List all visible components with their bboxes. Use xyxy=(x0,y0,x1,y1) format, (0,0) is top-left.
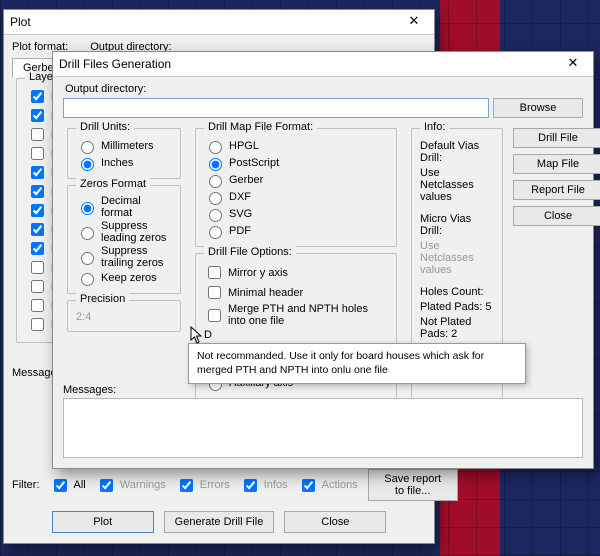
drill-title: Drill Files Generation xyxy=(59,57,171,71)
drill-outdir-label: Output directory: xyxy=(65,83,583,95)
generate-drill-button[interactable]: Generate Drill File xyxy=(164,511,275,533)
precision-label: Precision xyxy=(76,293,129,305)
drill-close-button[interactable]: Close xyxy=(513,206,600,226)
opt-drill-origin-hidden[interactable]: D xyxy=(204,329,388,341)
filter-label: Filter: xyxy=(12,479,40,491)
info-plated: Plated Pads: 5 xyxy=(420,301,494,313)
opt-minimal-header[interactable]: Minimal header xyxy=(204,283,388,302)
mapfmt-gerber[interactable]: Gerber xyxy=(204,172,388,188)
info-usenc2: Use Netclasses values xyxy=(420,240,494,276)
zeros-decimal[interactable]: Decimal format xyxy=(76,195,172,219)
mapfmt-postscript[interactable]: PostScript xyxy=(204,155,388,171)
zeros-stz[interactable]: Suppress trailing zeros xyxy=(76,245,172,269)
fileopts-label: Drill File Options: xyxy=(204,246,296,258)
plot-title: Plot xyxy=(10,15,31,29)
merge-tooltip: Not recommanded. Use it only for board h… xyxy=(188,343,526,384)
plot-titlebar: Plot ✕ xyxy=(4,10,434,35)
drill-close-icon[interactable]: ✕ xyxy=(559,55,587,73)
plot-button[interactable]: Plot xyxy=(52,511,154,533)
info-notplated: Not Plated Pads: 2 xyxy=(420,316,494,340)
opt-merge-pth-npth[interactable]: Merge PTH and NPTH holes into one file xyxy=(204,303,388,327)
filter-errors[interactable]: Errors xyxy=(176,476,230,495)
zeros-keep[interactable]: Keep zeros xyxy=(76,270,172,286)
drill-dialog: Drill Files Generation ✕ Output director… xyxy=(52,51,594,469)
units-mm[interactable]: Millimeters xyxy=(76,138,172,154)
drill-file-button[interactable]: Drill File xyxy=(513,128,600,148)
info-default-vias: Default Vias Drill: xyxy=(420,140,494,164)
precision-value: 2:4 xyxy=(76,309,172,325)
mapfmt-svg[interactable]: SVG xyxy=(204,206,388,222)
opt-mirror-y[interactable]: Mirror y axis xyxy=(204,263,388,282)
info-label: Info: xyxy=(420,121,449,133)
info-usenc: Use Netclasses values xyxy=(420,167,494,203)
drill-titlebar: Drill Files Generation ✕ xyxy=(53,52,593,77)
drill-outdir-input[interactable] xyxy=(63,98,489,118)
filter-actions[interactable]: Actions xyxy=(298,476,358,495)
filter-all[interactable]: All xyxy=(50,476,86,495)
browse-button[interactable]: Browse xyxy=(493,98,583,118)
info-micro-vias: Micro Vias Drill: xyxy=(420,213,494,237)
drill-units-label: Drill Units: xyxy=(76,121,134,133)
mapfmt-label: Drill Map File Format: xyxy=(204,121,317,133)
zeros-slz[interactable]: Suppress leading zeros xyxy=(76,220,172,244)
drill-messages-label: Messages: xyxy=(63,384,583,396)
mapfmt-dxf[interactable]: DXF xyxy=(204,189,388,205)
mapfmt-pdf[interactable]: PDF xyxy=(204,223,388,239)
filter-warnings[interactable]: Warnings xyxy=(96,476,166,495)
zeros-label: Zeros Format xyxy=(76,178,150,190)
mapfmt-hpgl[interactable]: HPGL xyxy=(204,138,388,154)
map-file-button[interactable]: Map File xyxy=(513,154,600,174)
filter-infos[interactable]: Infos xyxy=(240,476,288,495)
units-in[interactable]: Inches xyxy=(76,155,172,171)
save-report-button[interactable]: Save report to file... xyxy=(368,469,458,501)
plot-close-button[interactable]: Close xyxy=(284,511,386,533)
report-file-button[interactable]: Report File xyxy=(513,180,600,200)
info-holes: Holes Count: xyxy=(420,286,494,298)
drill-messages-box[interactable] xyxy=(63,398,583,458)
plot-close-icon[interactable]: ✕ xyxy=(400,13,428,31)
